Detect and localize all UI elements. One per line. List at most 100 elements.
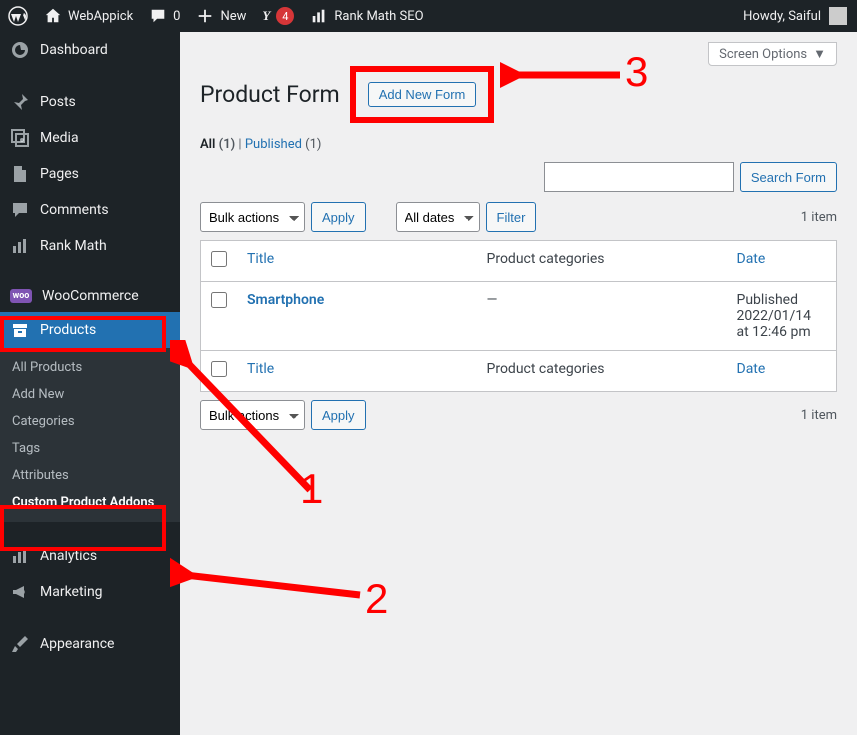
search-row: Search Form <box>200 162 837 192</box>
col-title-foot[interactable]: Title <box>237 351 477 392</box>
admin-sidebar: Dashboard Posts Media Pages Comments Ran… <box>0 32 180 735</box>
woo-icon: woo <box>10 289 32 303</box>
main-content: Screen Options ▼ Product Form Add New Fo… <box>180 32 857 735</box>
table-row: Smartphone — Published 2022/01/14 at 12:… <box>201 282 837 351</box>
menu-comments[interactable]: Comments <box>0 192 180 228</box>
bulk-actions-select-bottom[interactable]: Bulk actions <box>200 400 305 430</box>
comment-icon <box>10 200 30 220</box>
comments-link[interactable]: 0 <box>141 0 188 32</box>
row-date: Published 2022/01/14 at 12:46 pm <box>727 282 837 351</box>
wordpress-logo[interactable] <box>0 0 36 32</box>
screen-options-label: Screen Options <box>719 47 807 62</box>
caret-down-icon: ▼ <box>813 46 826 62</box>
filter-published[interactable]: Published (1) <box>245 137 322 152</box>
select-all-top[interactable] <box>211 251 227 267</box>
tablenav-top: Bulk actions Apply All dates Filter 1 it… <box>200 202 837 232</box>
menu-label: Products <box>40 322 96 338</box>
status-filters: All (1) | Published (1) <box>200 137 837 152</box>
menu-analytics[interactable]: Analytics <box>0 538 180 574</box>
row-categories: — <box>477 282 727 351</box>
menu-label: Dashboard <box>40 42 108 58</box>
date-filter-select[interactable]: All dates <box>396 202 480 232</box>
menu-media[interactable]: Media <box>0 120 180 156</box>
megaphone-icon <box>10 582 30 602</box>
menu-label: WooCommerce <box>42 288 139 304</box>
chart-icon <box>10 236 30 256</box>
col-date-foot[interactable]: Date <box>727 351 837 392</box>
yoast-icon: Y <box>262 8 270 24</box>
menu-label: Appearance <box>40 636 114 652</box>
filter-button[interactable]: Filter <box>486 202 537 232</box>
yoast-link[interactable]: Y 4 <box>254 0 302 32</box>
apply-button-bottom[interactable]: Apply <box>311 400 366 430</box>
chart-icon <box>310 7 328 25</box>
greeting: Howdy, Saiful <box>743 9 821 24</box>
add-new-form-button[interactable]: Add New Form <box>368 82 477 107</box>
heading-row: Product Form Add New Form <box>200 66 837 123</box>
page-icon <box>10 164 30 184</box>
col-date[interactable]: Date <box>727 241 837 282</box>
menu-label: Marketing <box>40 584 103 600</box>
site-name: WebAppick <box>68 9 133 24</box>
admin-bar-left: WebAppick 0 New Y 4 Rank Math SEO <box>0 0 743 32</box>
admin-bar-right[interactable]: Howdy, Saiful <box>743 7 857 25</box>
yoast-badge: 4 <box>276 7 294 25</box>
submenu-all-products[interactable]: All Products <box>0 354 180 381</box>
menu-products[interactable]: Products <box>0 312 180 348</box>
forms-table: Title Product categories Date Smartphone… <box>200 240 837 392</box>
menu-label: Posts <box>40 94 76 110</box>
dashboard-icon <box>10 40 30 60</box>
menu-posts[interactable]: Posts <box>0 84 180 120</box>
archive-icon <box>10 320 30 340</box>
menu-rankmath[interactable]: Rank Math <box>0 228 180 264</box>
media-icon <box>10 128 30 148</box>
select-all-bottom[interactable] <box>211 361 227 377</box>
analytics-icon <box>10 546 30 566</box>
new-link[interactable]: New <box>188 0 254 32</box>
menu-marketing[interactable]: Marketing <box>0 574 180 610</box>
tablenav-bottom: Bulk actions Apply 1 item <box>200 400 837 430</box>
annotation-label-3: 3 <box>625 48 648 96</box>
admin-bar: WebAppick 0 New Y 4 Rank Math SEO Howdy,… <box>0 0 857 32</box>
search-input[interactable] <box>544 162 734 192</box>
site-link[interactable]: WebAppick <box>36 0 141 32</box>
pin-icon <box>10 92 30 112</box>
filter-all[interactable]: All (1) <box>200 137 235 152</box>
brush-icon <box>10 634 30 654</box>
menu-woocommerce[interactable]: woo WooCommerce <box>0 280 180 312</box>
comment-icon <box>149 7 167 25</box>
menu-label: Pages <box>40 166 79 182</box>
menu-label: Analytics <box>40 548 97 564</box>
menu-appearance[interactable]: Appearance <box>0 626 180 662</box>
item-count-top: 1 item <box>801 210 837 225</box>
menu-label: Comments <box>40 202 109 218</box>
submenu-custom-product-addons[interactable]: Custom Product Addons <box>0 489 180 516</box>
annotation-highlight-3: Add New Form <box>350 66 495 123</box>
new-label: New <box>220 9 246 24</box>
submenu-attributes[interactable]: Attributes <box>0 462 180 489</box>
search-button[interactable]: Search Form <box>740 162 837 192</box>
col-categories: Product categories <box>477 241 727 282</box>
menu-pages[interactable]: Pages <box>0 156 180 192</box>
submenu-add-new[interactable]: Add New <box>0 381 180 408</box>
annotation-label-2: 2 <box>365 575 388 623</box>
menu-dashboard[interactable]: Dashboard <box>0 32 180 68</box>
rankmath-label: Rank Math SEO <box>334 9 423 24</box>
row-checkbox[interactable] <box>211 292 227 308</box>
annotation-label-1: 1 <box>300 465 323 513</box>
comments-count: 0 <box>173 9 180 24</box>
apply-button-top[interactable]: Apply <box>311 202 366 232</box>
col-title[interactable]: Title <box>237 241 477 282</box>
submenu-categories[interactable]: Categories <box>0 408 180 435</box>
screen-options-toggle[interactable]: Screen Options ▼ <box>708 42 837 66</box>
col-categories-foot: Product categories <box>477 351 727 392</box>
products-submenu: All Products Add New Categories Tags Att… <box>0 348 180 522</box>
wordpress-icon <box>8 6 28 26</box>
avatar <box>829 7 847 25</box>
submenu-tags[interactable]: Tags <box>0 435 180 462</box>
bulk-actions-select[interactable]: Bulk actions <box>200 202 305 232</box>
row-title-link[interactable]: Smartphone <box>247 292 324 308</box>
home-icon <box>44 7 62 25</box>
menu-label: Media <box>40 130 79 146</box>
rankmath-link[interactable]: Rank Math SEO <box>302 0 431 32</box>
